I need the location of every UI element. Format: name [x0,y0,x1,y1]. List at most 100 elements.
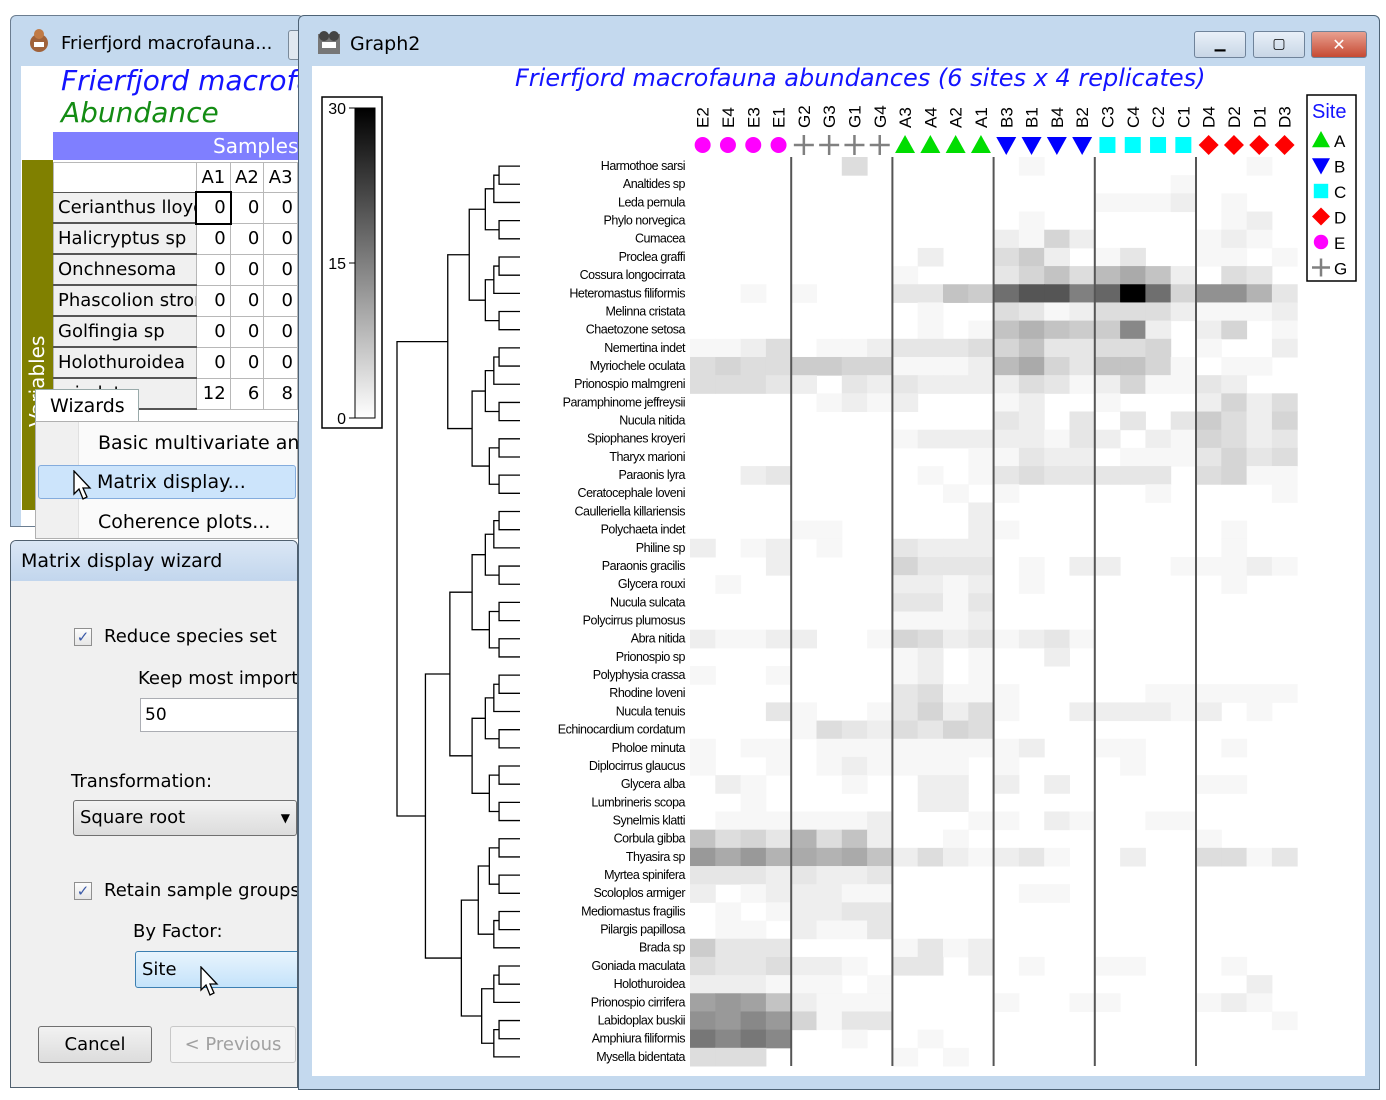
heatmap-cell [943,284,969,303]
heatmap-cell [1246,447,1273,467]
heatmap-cell [816,738,843,758]
species-label: Harmothoe sarsi [601,159,685,173]
heatmap-cell [943,938,969,958]
heatmap-cell [841,847,868,867]
heatmap-cell [1221,847,1248,867]
heatmap-cell [943,702,969,722]
heatmap-cell [1120,266,1146,285]
heatmap-cell [892,756,919,776]
heatmap-cell [1196,993,1222,1012]
heatmap-cell [1094,266,1121,285]
heatmap-cell [1018,247,1045,267]
heatmap-cell [892,702,919,722]
species-label: Ceratocephale loveni [578,486,685,500]
heatmap-cell [1246,993,1273,1012]
heatmap-cell [740,847,767,867]
heatmap-cell [1246,284,1273,303]
species-label: Leda pernula [618,195,686,209]
heatmap-cell [1271,684,1298,703]
heatmap-cell [841,338,868,358]
dendrogram-branch [498,638,520,658]
heatmap-cell [993,356,1020,376]
dendrogram-branch [471,390,490,467]
sample-label: C1 [1174,106,1193,128]
heatmap-cell [1221,775,1248,794]
heatmap-cell [993,756,1020,776]
heatmap-cell [1120,375,1146,394]
heatmap-cell [1246,393,1273,413]
colorbar-tick-label: 15 [328,256,346,273]
species-label: Cossura longocirrata [580,268,686,282]
dendrogram-branch [498,474,520,494]
square-symbol [1124,137,1141,153]
heatmap-cell [1145,429,1172,449]
heatmap-cell [1018,466,1045,485]
heatmap-cell [765,356,792,376]
species-label: Proclea graffi [619,250,685,264]
heatmap-cell [1094,375,1121,394]
heatmap-cell [1018,375,1045,394]
species-label: Chaetozone setosa [586,323,686,337]
heatmap-cell [1221,993,1248,1012]
heatmap-cell [1094,302,1121,322]
heatmap-cell [765,466,792,485]
heatmap-cell [1221,684,1248,703]
heatmap-cell [1018,393,1045,413]
heatmap-cell [690,1047,716,1067]
heatmap-cell [1271,320,1298,340]
heatmap-cell [993,811,1020,831]
heatmap-cell [740,866,767,885]
heatmap-cell [1094,466,1121,485]
sample-label: A3 [896,107,915,128]
dendrogram-branch [484,533,500,576]
dendrogram-branch [498,601,520,622]
heatmap-cell [867,756,893,776]
heatmap-cell [1196,393,1222,413]
heatmap-cell [1069,284,1096,303]
species-label: Cumacea [635,232,686,246]
dendrogram-branch [498,510,520,531]
heatmap-cell [765,884,792,903]
heatmap-cell [791,993,817,1012]
heatmap-cell [1145,466,1172,485]
species-label: Holothuroidea [614,977,686,991]
species-label: Glycera rouxi [618,577,685,591]
legend-label: C [1334,183,1346,202]
heatmap-cell [690,338,716,358]
plus-symbol [819,135,840,155]
species-label: Tharyx marioni [609,450,685,464]
diamond-symbol [1223,135,1244,155]
heatmap-cell [1246,702,1273,722]
sample-label: A1 [972,107,991,128]
heatmap-cell [791,975,817,994]
heatmap-cell [943,1047,969,1067]
dendrogram-branch [498,438,520,458]
heatmap-cell [1271,1011,1298,1031]
heatmap-cell [1196,375,1222,394]
heatmap-cell [765,702,792,722]
heatmap-cell [1271,484,1298,503]
heatmap-cell [1094,993,1121,1012]
species-label: Amphiura filiformis [592,1032,686,1046]
heatmap-cell [1120,320,1146,340]
species-label: Paraonis gracilis [602,559,685,573]
heatmap-cell [917,847,944,867]
heatmap-cell [1246,211,1273,231]
heatmap-cell [1246,556,1273,576]
heatmap-cell [1271,447,1298,467]
heatmap-cell [1069,993,1096,1012]
heatmap-cell [1120,738,1146,758]
heatmap-cell [841,738,868,758]
heatmap-cell [993,320,1020,340]
heatmap-cell [1271,556,1298,576]
heatmap-cell [816,811,843,831]
heatmap-cell [1221,247,1248,267]
species-label: Diplocirrus glaucus [589,759,685,773]
heatmap-cell [841,157,868,176]
heatmap-cell [943,775,969,794]
heatmap-cell [765,375,792,394]
heatmap-cell [867,720,893,740]
heatmap-cell [816,884,843,903]
heatmap-cell [1246,975,1273,994]
heatmap-cell [1221,284,1248,303]
